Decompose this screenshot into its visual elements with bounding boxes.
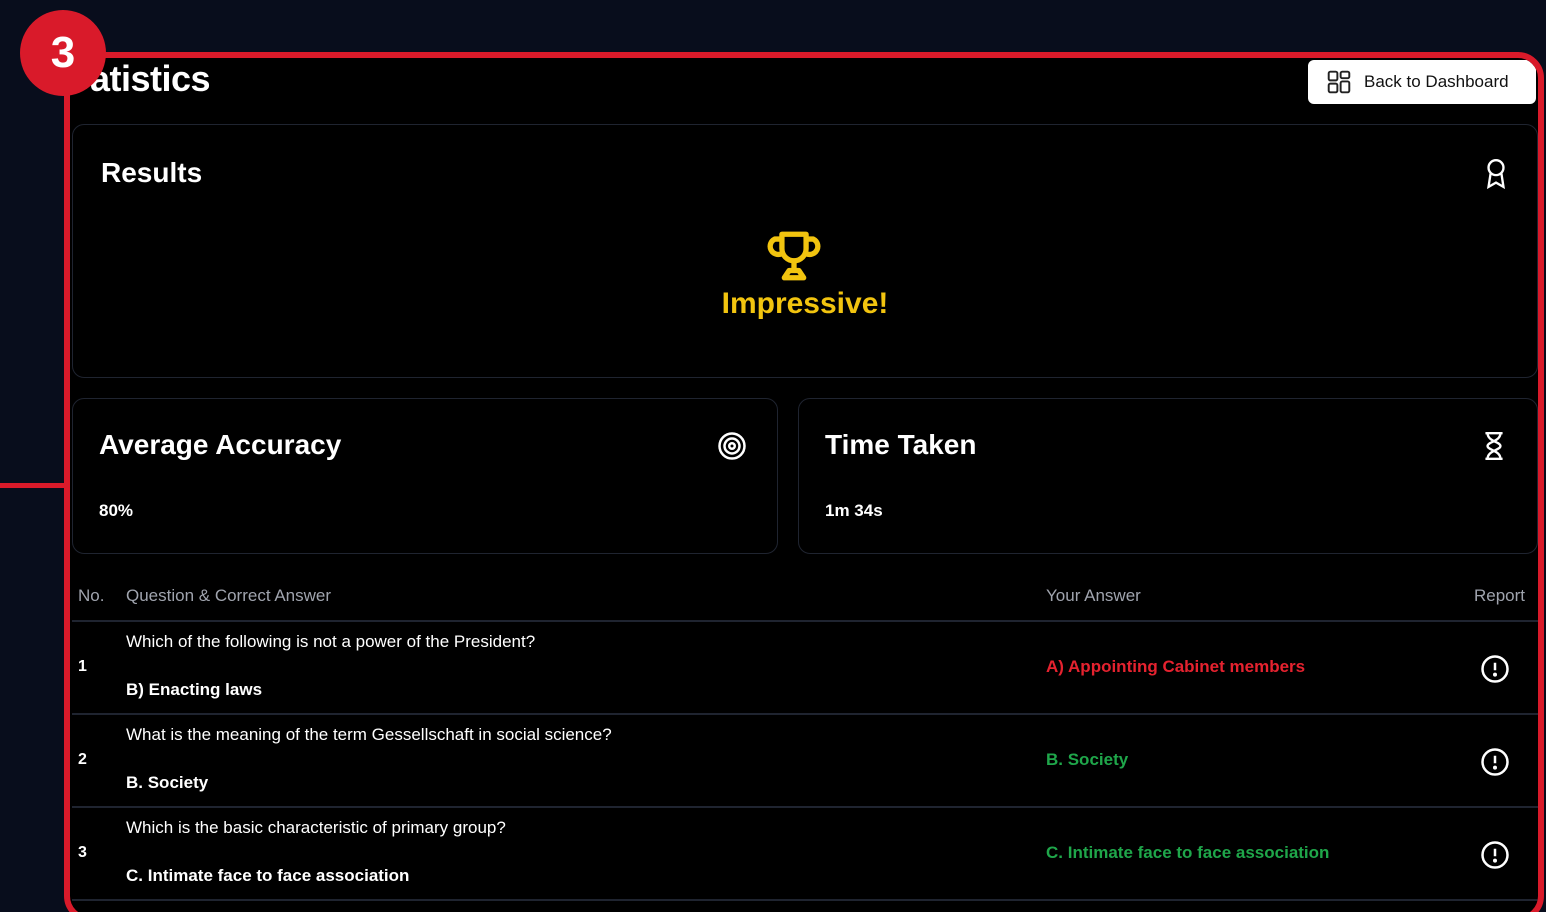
- row-number: 2: [78, 751, 87, 768]
- row-number: 3: [78, 844, 87, 861]
- row-question: Which is the basic characteristic of pri…: [126, 818, 506, 837]
- annotation-badge: 3: [20, 10, 106, 96]
- time-title: Time Taken: [825, 429, 977, 460]
- accuracy-value: 80%: [99, 501, 134, 520]
- table-row: 1 Which of the following is not a power …: [72, 622, 1538, 715]
- screen: atistics Back to Dashboard Results Impre…: [0, 0, 1546, 912]
- target-icon: [718, 432, 746, 460]
- statistics-page: atistics Back to Dashboard Results Impre…: [70, 58, 1538, 912]
- table-row: 2 What is the meaning of the term Gessel…: [72, 715, 1538, 808]
- accuracy-title: Average Accuracy: [99, 429, 342, 460]
- table-row: 3 Which is the basic characteristic of p…: [72, 808, 1538, 901]
- award-ribbon-icon: [1487, 159, 1505, 189]
- dashboard-icon: [1327, 70, 1351, 94]
- time-taken-card: Time Taken 1m 34s: [798, 398, 1538, 554]
- header-your-answer: Your Answer: [1046, 586, 1141, 605]
- row-your-answer: C. Intimate face to face association: [1046, 843, 1330, 862]
- average-accuracy-card: Average Accuracy 80%: [72, 398, 778, 554]
- trophy-icon: [767, 231, 821, 281]
- row-number: 1: [78, 658, 87, 675]
- row-correct-answer: B) Enacting laws: [126, 680, 263, 699]
- table-header: No. Question & Correct Answer Your Answe…: [72, 578, 1538, 622]
- time-value: 1m 34s: [825, 501, 883, 520]
- report-alert-icon[interactable]: [1480, 747, 1510, 777]
- results-card: Results Impressive!: [72, 124, 1538, 378]
- report-alert-icon[interactable]: [1480, 654, 1510, 684]
- row-question: What is the meaning of the term Gessells…: [126, 725, 612, 744]
- header-question: Question & Correct Answer: [126, 586, 332, 605]
- result-message: Impressive!: [721, 287, 889, 320]
- row-correct-answer: B. Society: [126, 773, 209, 792]
- header-no: No.: [78, 586, 105, 605]
- header-report: Report: [1474, 586, 1526, 605]
- row-your-answer: B. Society: [1046, 750, 1129, 769]
- answers-table: No. Question & Correct Answer Your Answe…: [72, 578, 1538, 901]
- hourglass-icon: [1485, 431, 1503, 461]
- results-title: Results: [101, 157, 203, 188]
- back-to-dashboard-label: Back to Dashboard: [1364, 72, 1509, 91]
- row-correct-answer: C. Intimate face to face association: [126, 866, 410, 885]
- annotation-connector: [0, 483, 68, 488]
- back-to-dashboard-button[interactable]: Back to Dashboard: [1308, 60, 1536, 104]
- row-question: Which of the following is not a power of…: [126, 632, 536, 651]
- report-alert-icon[interactable]: [1480, 840, 1510, 870]
- page-title: atistics: [90, 58, 211, 99]
- row-your-answer: A) Appointing Cabinet members: [1046, 657, 1306, 676]
